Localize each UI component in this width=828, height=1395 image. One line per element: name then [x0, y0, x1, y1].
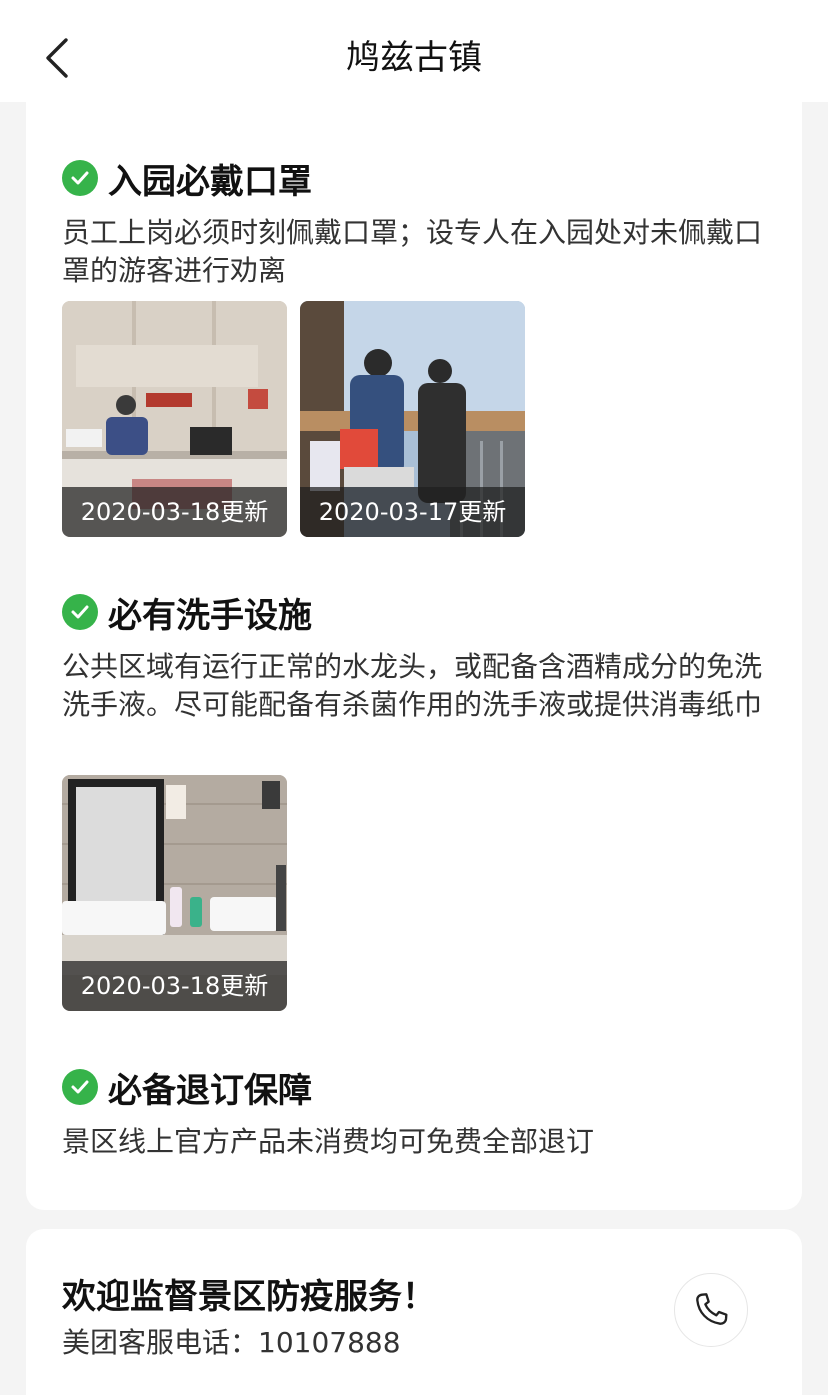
- check-icon: [62, 594, 98, 630]
- phone-icon: [696, 1293, 728, 1325]
- hotline-text: 美团客服电话：10107888: [62, 1326, 401, 1359]
- page-title: 鸠兹古镇: [346, 38, 482, 78]
- section-title-refund: 必备退订保障: [62, 1067, 312, 1111]
- check-icon: [62, 1069, 98, 1105]
- photo-washroom[interactable]: 2020-03-18更新: [62, 775, 287, 1011]
- photo-date-label: 2020-03-17更新: [300, 487, 525, 537]
- navigation-bar: 鸠兹古镇: [0, 0, 828, 102]
- photo-date-label: 2020-03-18更新: [62, 961, 287, 1011]
- photo-date-label: 2020-03-18更新: [62, 487, 287, 537]
- check-icon: [62, 160, 98, 196]
- photo-service-center[interactable]: 2020-03-18更新: [62, 301, 287, 537]
- welcome-text: 欢迎监督景区防疫服务！: [62, 1277, 436, 1317]
- section-description: 员工上岗必须时刻佩戴口罩；设专人在入园处对未佩戴口罩的游客进行劝离: [62, 216, 763, 287]
- call-button[interactable]: [674, 1273, 748, 1347]
- section-title-mask: 入园必戴口罩: [62, 158, 312, 202]
- photo-entrance-check[interactable]: 2020-03-17更新: [300, 301, 525, 537]
- section-description: 公共区域有运行正常的水龙头，或配备含酒精成分的免洗洗手液。尽可能配备有杀菌作用的…: [62, 650, 763, 721]
- supervision-card: 欢迎监督景区防疫服务！ 美团客服电话：10107888: [26, 1229, 802, 1395]
- epidemic-measures-card: 入园必戴口罩 员工上岗必须时刻佩戴口罩；设专人在入园处对未佩戴口罩的游客进行劝离…: [26, 102, 802, 1210]
- section-title-handwash: 必有洗手设施: [62, 592, 312, 636]
- section-description: 景区线上官方产品未消费均可免费全部退订: [62, 1125, 595, 1158]
